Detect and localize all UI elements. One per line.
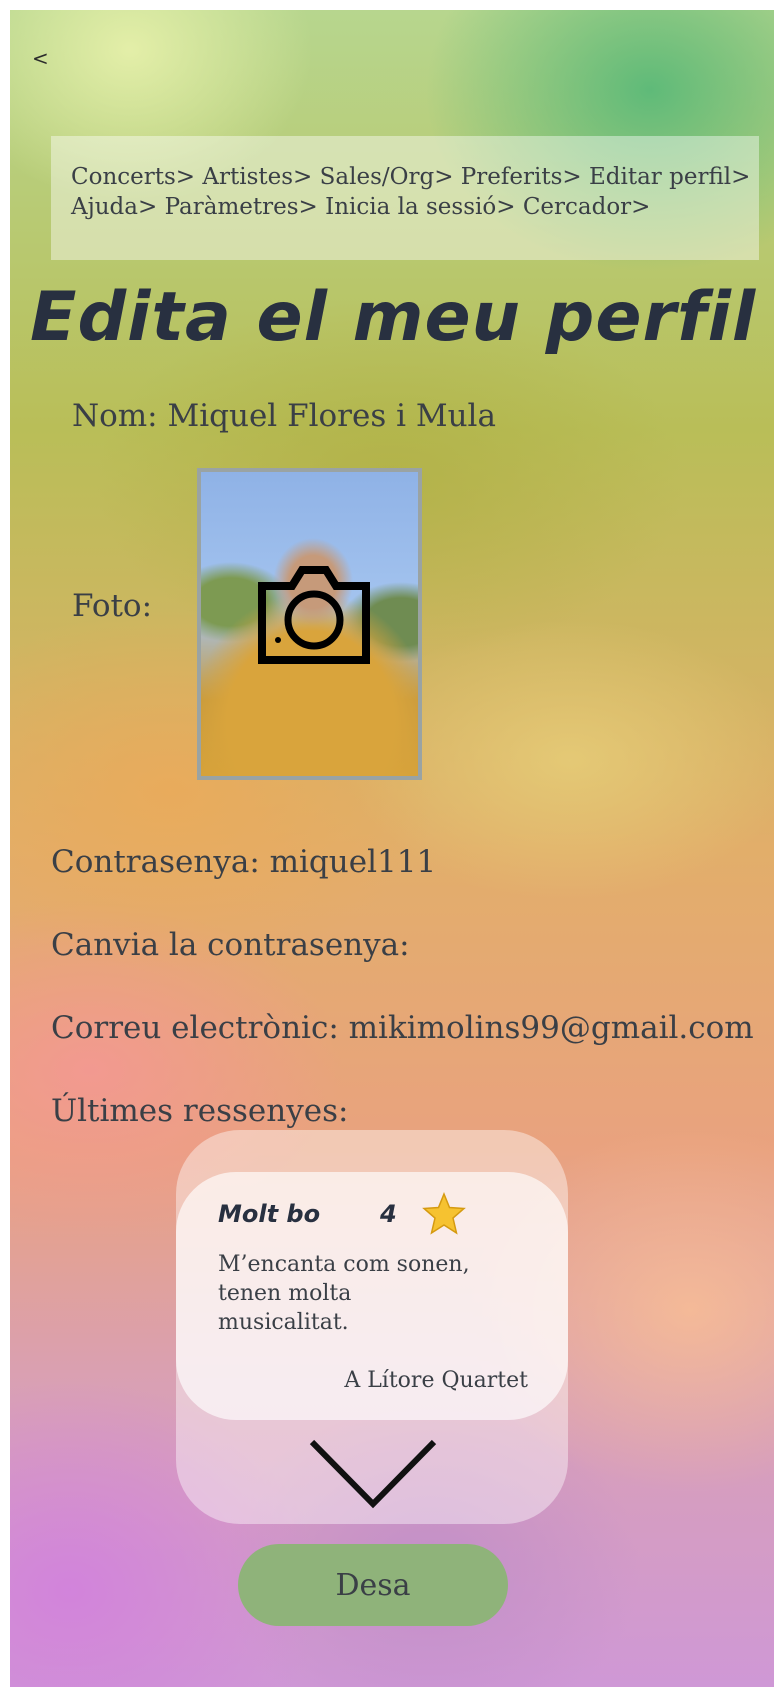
name-field[interactable]: Nom: Miquel Flores i Mula — [72, 398, 496, 434]
navigation-menu: Concerts> Artistes> Sales/Org> Preferits… — [51, 136, 759, 260]
reviews-label: Últimes ressenyes: — [51, 1093, 349, 1129]
nav-link-parametres[interactable]: Paràmetres> — [165, 194, 318, 220]
page-title: Edita el meu perfil — [30, 278, 757, 357]
star-icon — [422, 1192, 466, 1235]
nav-link-editar-perfil[interactable]: Editar perfil> — [589, 164, 750, 190]
nav-row: Concerts> Artistes> Sales/Org> Preferits… — [71, 162, 759, 192]
save-button[interactable]: Desa — [238, 1544, 508, 1626]
nav-link-ajuda[interactable]: Ajuda> — [71, 194, 157, 220]
nav-link-inicia-sessio[interactable]: Inicia la sessió> — [325, 194, 515, 220]
nav-link-preferits[interactable]: Preferits> — [461, 164, 582, 190]
change-password-field[interactable]: Canvia la contrasenya: — [51, 927, 410, 963]
app-screen: < Concerts> Artistes> Sales/Org> Preferi… — [10, 10, 774, 1687]
reviews-panel: Molt bo 4 M’encanta com sonen, tenen mol… — [176, 1130, 568, 1524]
nav-link-sales-org[interactable]: Sales/Org> — [320, 164, 454, 190]
review-rating: 4 — [380, 1200, 397, 1228]
email-field[interactable]: Correu electrònic: mikimolins99@gmail.co… — [51, 1010, 754, 1046]
nav-link-cercador[interactable]: Cercador> — [523, 194, 651, 220]
nav-link-artistes[interactable]: Artistes> — [202, 164, 312, 190]
profile-photo[interactable] — [197, 468, 422, 780]
nav-link-concerts[interactable]: Concerts> — [71, 164, 195, 190]
camera-icon[interactable] — [256, 562, 372, 666]
nav-row: Ajuda> Paràmetres> Inicia la sessió> Cer… — [71, 192, 759, 222]
review-artist[interactable]: A Lítore Quartet — [344, 1368, 528, 1393]
review-card[interactable]: Molt bo 4 M’encanta com sonen, tenen mol… — [176, 1172, 568, 1420]
review-title: Molt bo — [218, 1200, 321, 1228]
review-text: M’encanta com sonen, tenen molta musical… — [218, 1252, 470, 1335]
back-button[interactable]: < — [32, 46, 49, 70]
chevron-down-icon[interactable] — [308, 1438, 438, 1510]
photo-label: Foto: — [72, 588, 153, 624]
password-field[interactable]: Contrasenya: miquel111 — [51, 844, 436, 880]
